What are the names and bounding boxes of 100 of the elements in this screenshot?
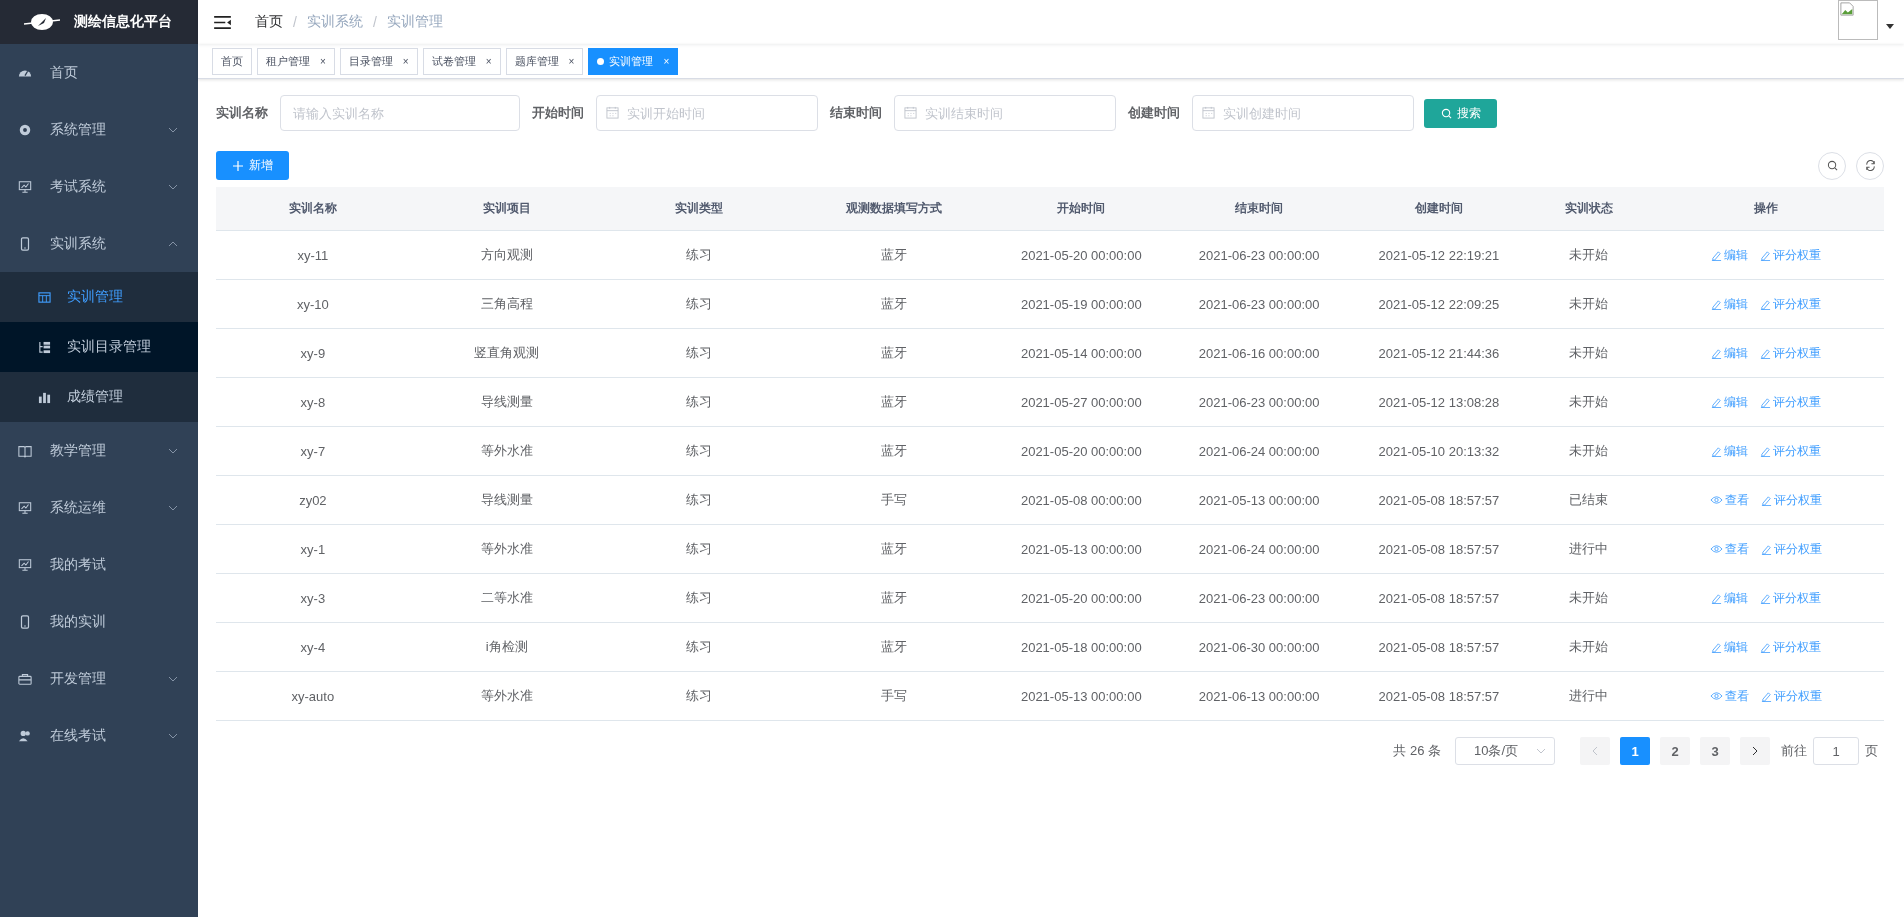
- input-field[interactable]: 实训开始时间: [596, 95, 818, 131]
- breadcrumb-link[interactable]: 首页: [255, 13, 283, 31]
- table-cell-text: 练习: [684, 540, 713, 558]
- input-field[interactable]: 实训结束时间: [894, 95, 1116, 131]
- tab[interactable]: 试卷管理 ×: [422, 47, 501, 75]
- action-link[interactable]: 编辑: [1711, 344, 1749, 362]
- calendar-icon: [606, 106, 619, 119]
- users-icon: [18, 728, 32, 743]
- table-cell-text: 等外水准: [479, 540, 534, 558]
- pencil-icon: [1711, 396, 1723, 408]
- action-link[interactable]: 编辑: [1711, 589, 1749, 607]
- action-link[interactable]: 查看: [1710, 540, 1750, 558]
- action-link[interactable]: 查看: [1710, 491, 1750, 509]
- action-link[interactable]: 评分权重: [1760, 295, 1822, 313]
- page-button[interactable]: 1: [1620, 737, 1650, 765]
- breadcrumb-link[interactable]: 实训管理: [386, 13, 443, 31]
- tab[interactable]: 租户管理 ×: [257, 47, 335, 75]
- menu-toggle-icon[interactable]: [214, 15, 231, 29]
- submenu-item[interactable]: 实训管理: [0, 272, 198, 322]
- table-cell-text: 未开始: [1568, 393, 1610, 411]
- brand-title: 测绘信息化平台: [74, 13, 172, 31]
- table-cell-text: 等外水准: [479, 442, 534, 460]
- menu-item[interactable]: 开发管理: [0, 650, 198, 707]
- menu-item[interactable]: 实训系统: [0, 215, 198, 272]
- table-cell-text: 未开始: [1568, 295, 1610, 313]
- column-header: 开始时间: [1056, 200, 1107, 217]
- action-link[interactable]: 查看: [1710, 687, 1750, 705]
- monitor-icon: [18, 500, 32, 515]
- table-cell-text: 导线测量: [479, 393, 534, 411]
- table-cell-text: 手写: [879, 687, 908, 705]
- breadcrumb-separator: /: [372, 14, 377, 30]
- action-link[interactable]: 编辑: [1711, 246, 1749, 264]
- table-cell-text: 练习: [684, 393, 713, 411]
- action-link[interactable]: 评分权重: [1761, 540, 1823, 558]
- table-cell-text: 蓝牙: [879, 393, 908, 411]
- pencil-icon: [1760, 298, 1772, 310]
- menu-item[interactable]: 我的实训: [0, 593, 198, 650]
- action-link[interactable]: 评分权重: [1761, 687, 1823, 705]
- search-button[interactable]: 搜索: [1424, 98, 1497, 128]
- refresh-button[interactable]: [1856, 151, 1884, 180]
- table-cell-text: 练习: [684, 638, 713, 656]
- table-cell-text: 2021-05-12 22:09:25: [1377, 296, 1501, 312]
- input-field[interactable]: 请输入实训名称: [280, 95, 520, 131]
- logo-icon: [22, 12, 62, 32]
- breadcrumb-link[interactable]: 实训系统: [306, 13, 363, 31]
- table-cell-text: 2021-05-12 13:08:28: [1377, 394, 1501, 410]
- table-cell-text: 2021-06-30 00:00:00: [1197, 639, 1321, 655]
- action-link[interactable]: 编辑: [1711, 393, 1749, 411]
- action-link[interactable]: 评分权重: [1760, 393, 1822, 411]
- table-cell-text: 未开始: [1568, 344, 1610, 362]
- column-header: 实训状态: [1563, 200, 1614, 217]
- menu-item[interactable]: 系统运维: [0, 479, 198, 536]
- pencil-icon: [1760, 641, 1772, 653]
- column-header: 实训名称: [287, 200, 338, 217]
- search-icon: [1826, 160, 1838, 171]
- submenu-item[interactable]: 实训目录管理: [0, 322, 198, 372]
- table-cell-text: 已结束: [1568, 491, 1610, 509]
- add-button[interactable]: 新增: [216, 151, 289, 180]
- tab[interactable]: 实训管理 ×: [588, 47, 679, 75]
- table-cell-text: 进行中: [1568, 687, 1610, 705]
- table-cell-text: 未开始: [1568, 246, 1610, 264]
- calendar-icon: [904, 106, 917, 119]
- table-cell-text: 2021-06-23 00:00:00: [1197, 247, 1321, 263]
- table-cell-text: 手写: [879, 491, 908, 509]
- menu-item[interactable]: 首页: [0, 44, 198, 101]
- menu-item[interactable]: 我的考试: [0, 536, 198, 593]
- page-size-select[interactable]: 10条/页: [1455, 737, 1555, 765]
- search-toggle-button[interactable]: [1818, 151, 1846, 180]
- calendar-icon: [1202, 106, 1215, 119]
- table-cell-text: 2021-05-13 00:00:00: [1019, 541, 1143, 557]
- menu-item[interactable]: 系统管理: [0, 101, 198, 158]
- table-cell-text: 竖直角观测: [473, 344, 541, 362]
- action-link[interactable]: 评分权重: [1761, 491, 1823, 509]
- action-link[interactable]: 评分权重: [1760, 442, 1822, 460]
- tab[interactable]: 首页: [212, 47, 252, 75]
- table-cell-text: xy-4: [299, 639, 327, 655]
- page-input[interactable]: 1: [1813, 737, 1859, 765]
- action-link[interactable]: 编辑: [1711, 638, 1749, 656]
- action-link[interactable]: 评分权重: [1760, 246, 1822, 264]
- action-link[interactable]: 评分权重: [1760, 638, 1822, 656]
- phone-icon: [18, 236, 32, 251]
- action-link[interactable]: 评分权重: [1760, 344, 1822, 362]
- table-cell-text: 蓝牙: [879, 589, 908, 607]
- page-button[interactable]: 2: [1660, 737, 1690, 765]
- menu-item[interactable]: 考试系统: [0, 158, 198, 215]
- table-cell-text: 2021-06-13 00:00:00: [1197, 688, 1321, 704]
- action-link[interactable]: 编辑: [1711, 442, 1749, 460]
- tab[interactable]: 题库管理 ×: [505, 47, 584, 75]
- submenu-item[interactable]: 成绩管理: [0, 372, 198, 422]
- table-cell-text: 2021-06-24 00:00:00: [1197, 443, 1321, 459]
- table-cell-text: 2021-05-18 00:00:00: [1019, 639, 1143, 655]
- action-link[interactable]: 评分权重: [1760, 589, 1822, 607]
- page-button[interactable]: 3: [1700, 737, 1730, 765]
- action-link[interactable]: 编辑: [1711, 295, 1749, 313]
- menu-item[interactable]: 在线考试: [0, 707, 198, 764]
- input-field[interactable]: 实训创建时间: [1192, 95, 1414, 131]
- menu-item[interactable]: 教学管理: [0, 422, 198, 479]
- table-cell-text: 2021-05-10 20:13:32: [1377, 443, 1501, 459]
- caret-icon[interactable]: [1886, 23, 1894, 29]
- tab[interactable]: 目录管理 ×: [339, 47, 418, 75]
